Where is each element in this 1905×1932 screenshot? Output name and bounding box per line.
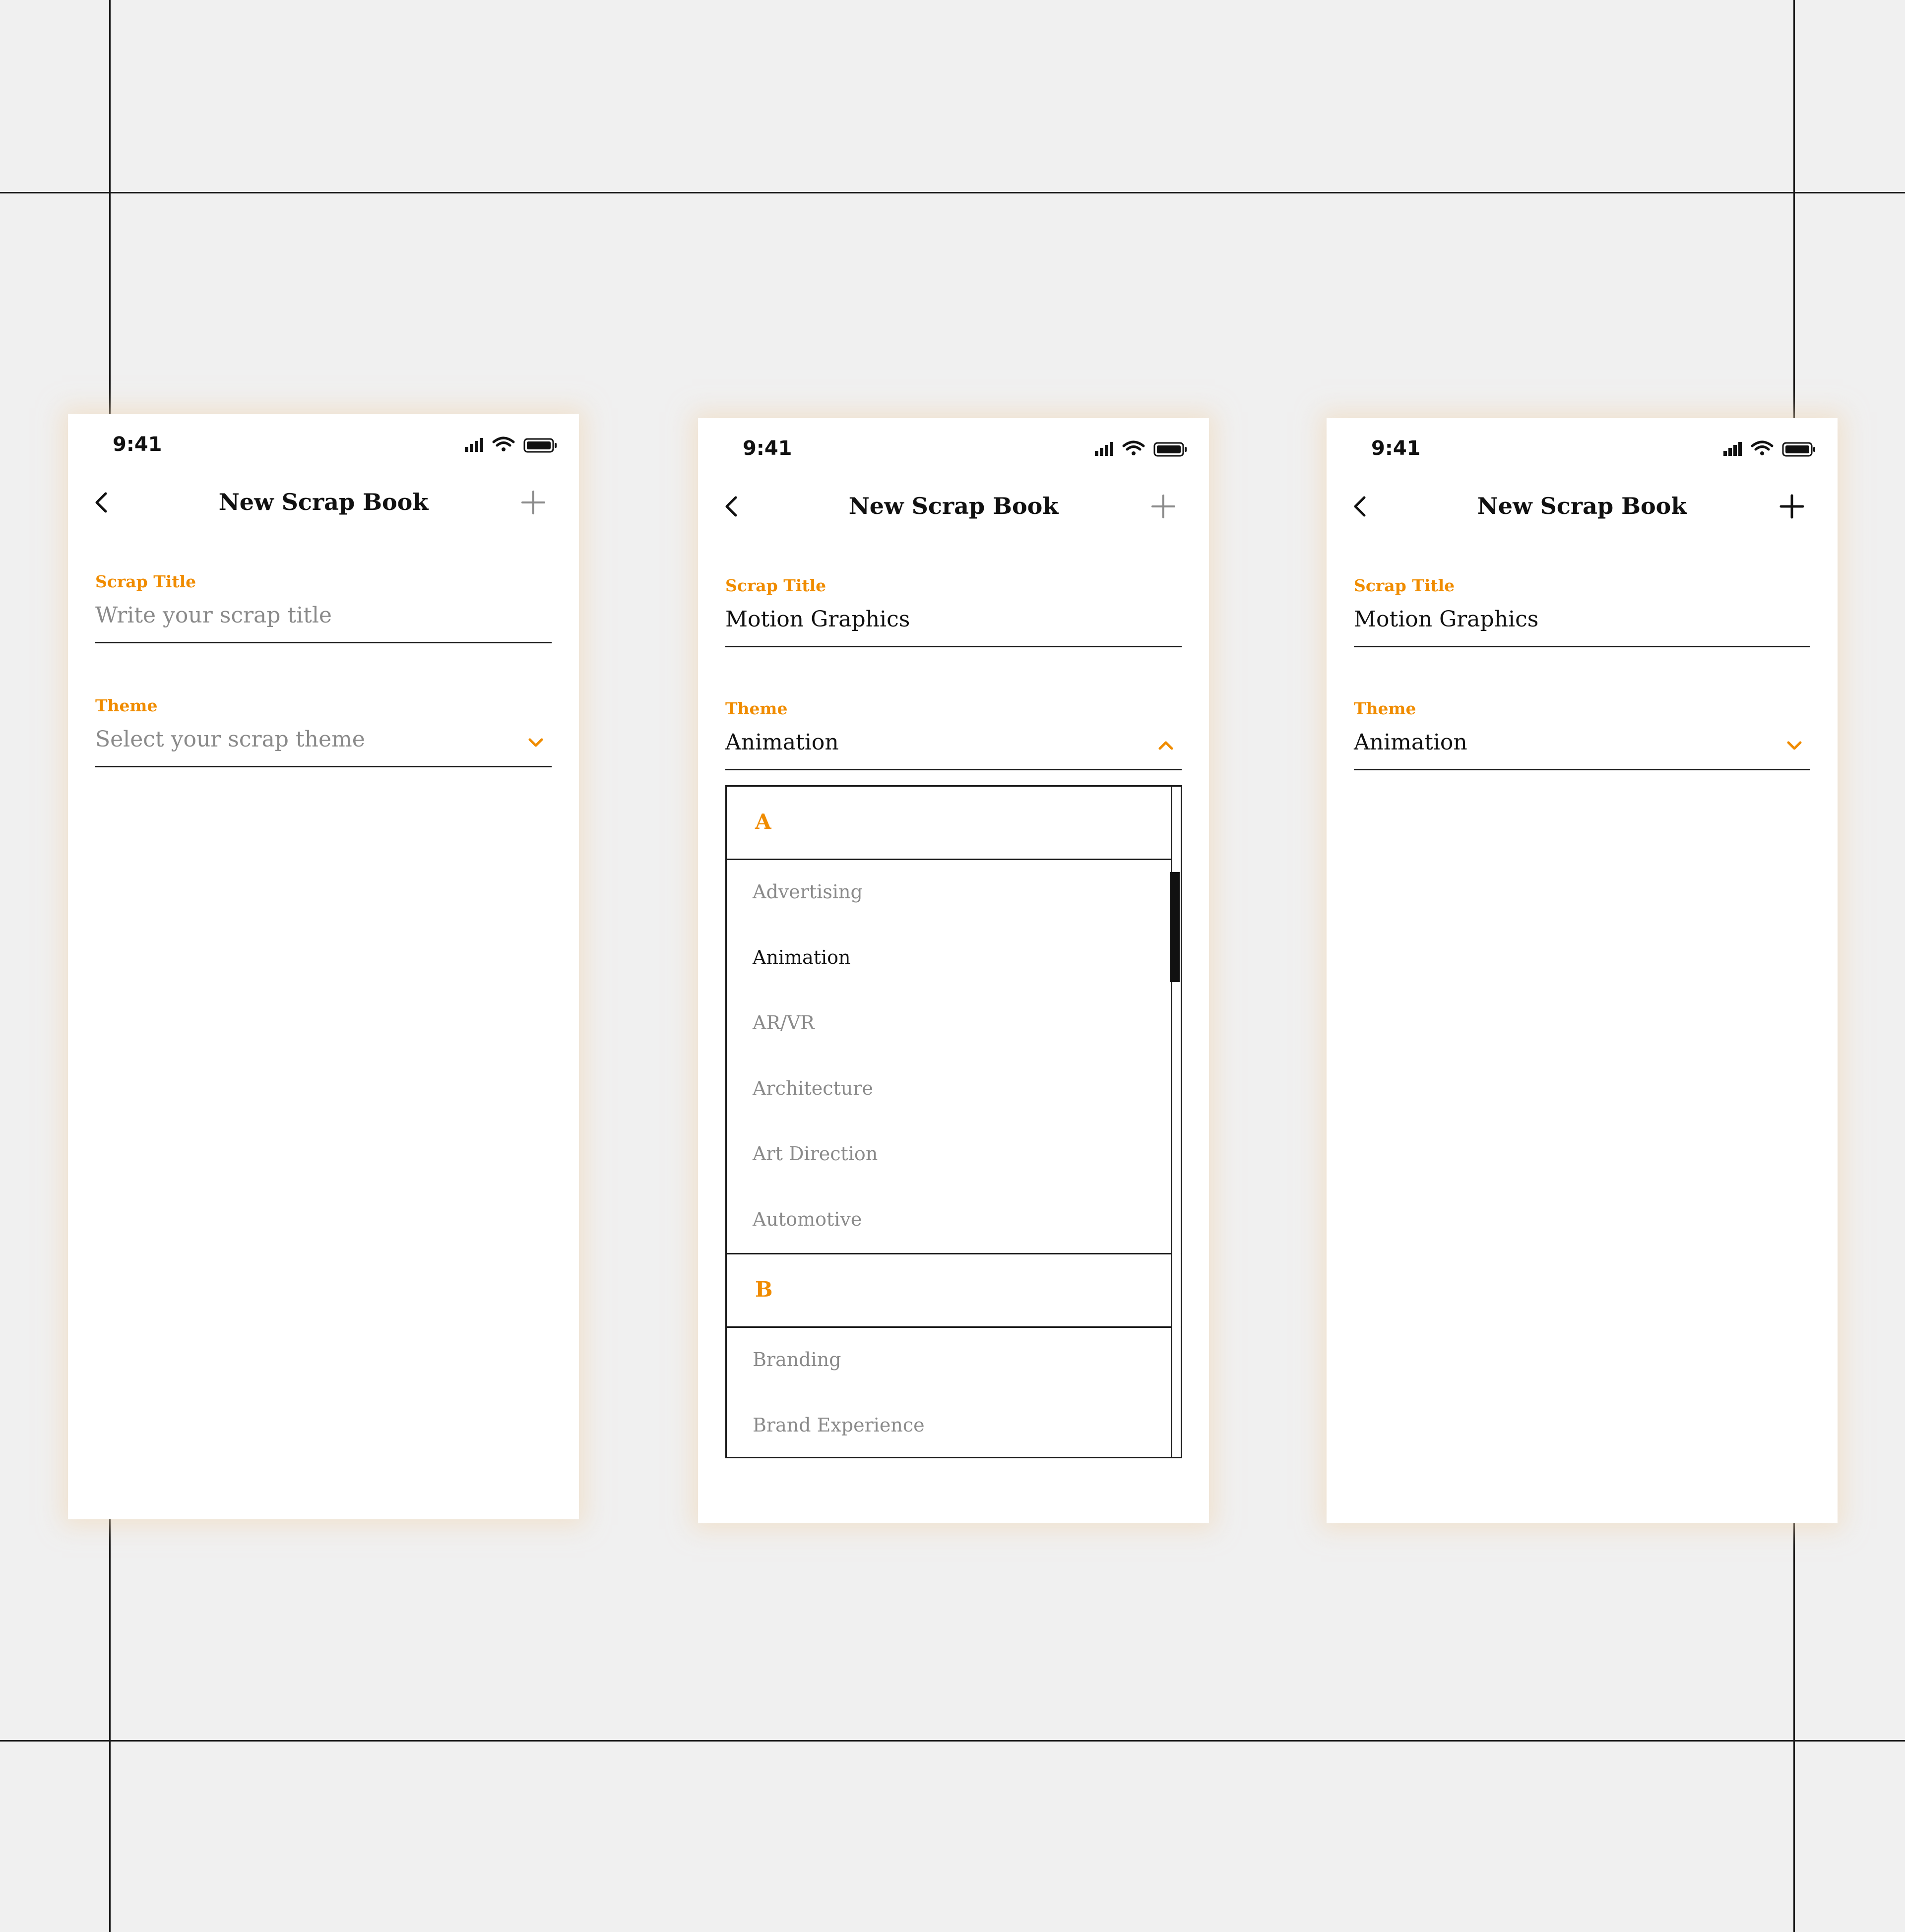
scrap-title-label: Scrap Title [1354,576,1455,595]
battery-icon [1153,442,1187,457]
theme-select[interactable]: Animation [725,725,1182,770]
option-ar-vr[interactable]: AR/VR [727,991,1171,1057]
theme-dropdown-list[interactable]: A Advertising Animation AR/VR Architectu… [725,785,1182,1458]
signal-icon [1095,442,1113,456]
scrollbar-thumb[interactable] [1170,872,1180,982]
theme-select[interactable]: Select your scrap theme [95,722,552,767]
plus-icon[interactable] [1777,492,1807,521]
status-time: 9:41 [743,437,792,460]
guide-line-top [0,192,1905,193]
option-architecture[interactable]: Architecture [727,1057,1171,1122]
option-brand-experience[interactable]: Brand Experience [727,1393,1171,1459]
theme-placeholder: Select your scrap theme [95,727,365,752]
signal-icon [465,438,483,452]
plus-icon[interactable] [518,488,548,517]
option-art-direction[interactable]: Art Direction [727,1122,1171,1187]
theme-label: Theme [95,696,158,715]
theme-label: Theme [725,699,788,718]
group-header-b: B [727,1253,1171,1328]
option-branding[interactable]: Branding [727,1328,1171,1393]
page-title: New Scrap Book [848,493,1059,519]
screen-theme-dropdown: 9:41 New Scrap Book Scrap Title Motion G… [698,418,1209,1523]
battery-icon [1782,442,1815,457]
scrap-title-input[interactable]: Write your scrap title [95,598,552,643]
status-icons [1095,440,1187,457]
scrap-title-placeholder: Write your scrap title [95,603,332,628]
scrap-title-value: Motion Graphics [1354,607,1539,632]
dropdown-options: A Advertising Animation AR/VR Architectu… [727,787,1172,1457]
status-icons [465,436,557,453]
chevron-down-icon[interactable] [525,732,547,753]
scrap-title-input[interactable]: Motion Graphics [1354,602,1810,647]
theme-select[interactable]: Animation [1354,725,1810,770]
scrap-title-label: Scrap Title [95,572,196,591]
scrap-title-value: Motion Graphics [725,607,910,632]
status-time: 9:41 [113,433,162,456]
theme-value: Animation [725,730,839,755]
battery-icon [523,438,557,453]
wifi-icon [1751,440,1774,451]
option-animation[interactable]: Animation [727,926,1171,991]
status-icons [1723,440,1815,457]
group-header-a: A [727,787,1171,860]
signal-icon [1723,442,1742,456]
screen-filled-form: 9:41 New Scrap Book Scrap Title Motion G… [1327,418,1838,1523]
page-title: New Scrap Book [1477,493,1687,519]
status-time: 9:41 [1371,437,1421,460]
scrap-title-input[interactable]: Motion Graphics [725,602,1182,647]
option-advertising[interactable]: Advertising [727,860,1171,926]
plus-icon[interactable] [1148,492,1178,521]
page-title: New Scrap Book [218,489,429,515]
theme-value: Animation [1354,730,1467,755]
chevron-down-icon[interactable] [1783,735,1805,756]
wifi-icon [492,436,515,447]
chevron-up-icon[interactable] [1155,735,1177,756]
option-automotive[interactable]: Automotive [727,1187,1171,1253]
wifi-icon [1122,440,1145,451]
guide-line-bottom [0,1740,1905,1742]
scrap-title-label: Scrap Title [725,576,826,595]
theme-label: Theme [1354,699,1416,718]
screen-empty-form: 9:41 New Scrap Book Scrap Title Write yo… [68,414,579,1519]
